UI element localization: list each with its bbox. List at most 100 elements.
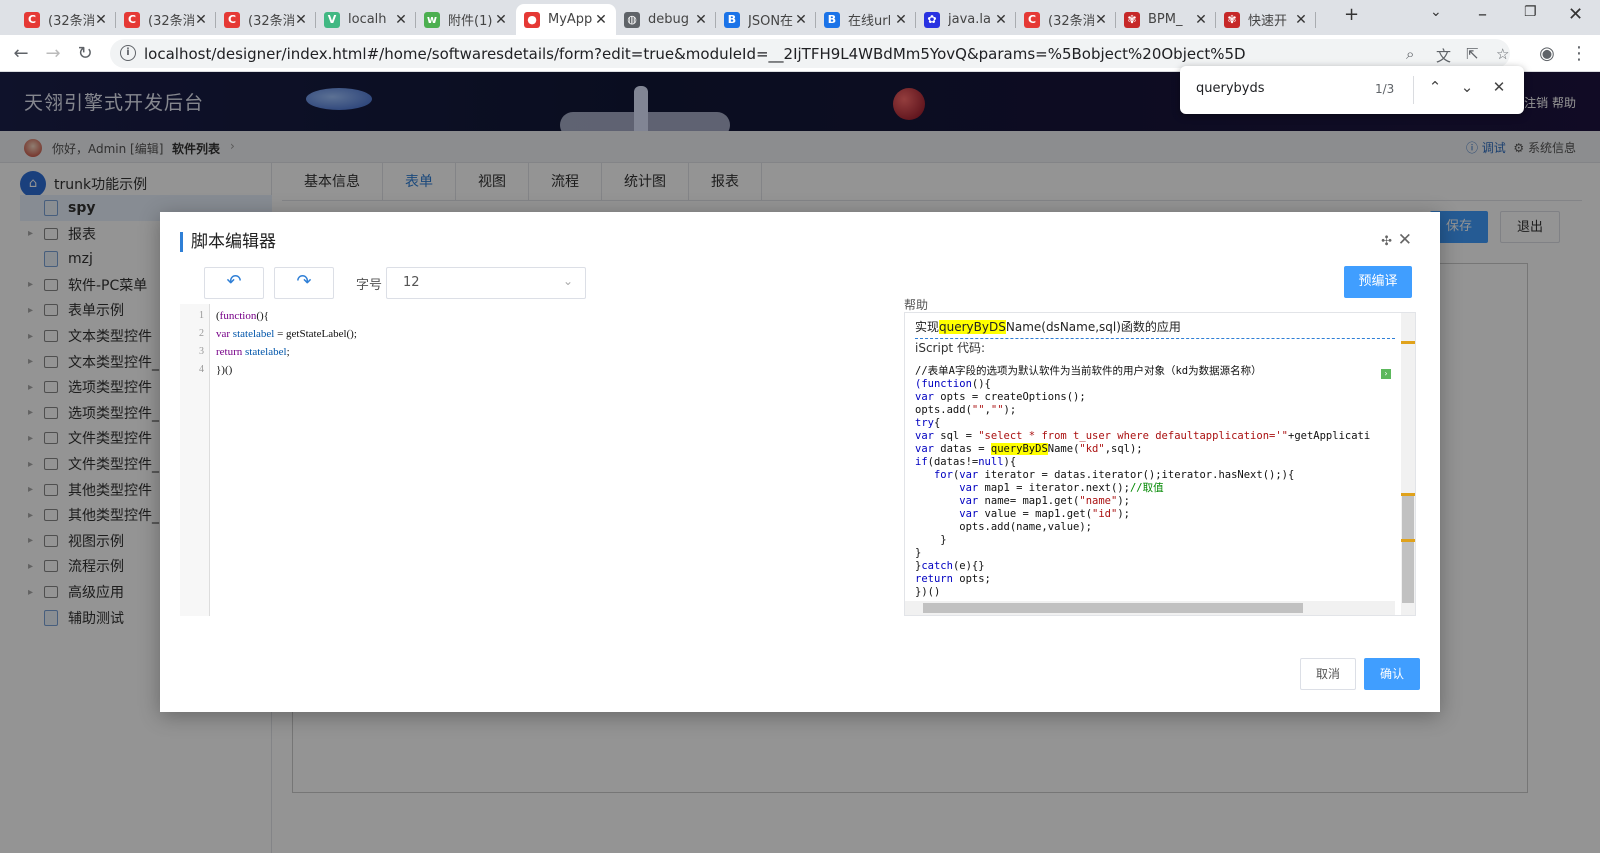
font-size-label: 字号 — [356, 278, 383, 293]
tab-title: (32条消 — [148, 14, 194, 29]
tab-close-icon[interactable]: ✕ — [594, 12, 608, 28]
restore-icon[interactable]: ❐ — [1524, 4, 1537, 20]
tab-favicon-icon: B — [724, 11, 740, 28]
tab-close-icon[interactable]: ✕ — [1094, 12, 1108, 28]
font-size-select[interactable]: 12 ⌄ — [386, 267, 586, 299]
help-subtitle: iScript 代码: — [915, 341, 985, 355]
tab-title: 快速开 — [1248, 14, 1288, 29]
line-number: 3 — [199, 346, 204, 357]
help-label: 帮助 — [904, 298, 929, 312]
tab-favicon-icon: ✾ — [1124, 11, 1140, 28]
code-line[interactable]: (function(){ — [216, 307, 357, 325]
tab-favicon-icon: C — [124, 11, 140, 28]
translate-icon[interactable]: 文 — [1436, 45, 1451, 66]
find-icon[interactable]: ⌕ — [1406, 45, 1414, 63]
tab-title: (32条消 — [48, 14, 94, 29]
line-number: 4 — [199, 364, 204, 375]
close-window-icon[interactable]: ✕ — [1568, 4, 1583, 25]
tab-close-icon[interactable]: ✕ — [1194, 12, 1208, 28]
tab-favicon-icon: C — [24, 11, 40, 28]
tab-favicon-icon: B — [824, 11, 840, 28]
browser-tab[interactable]: C (32条消 ✕ — [16, 4, 116, 35]
tab-close-icon[interactable]: ✕ — [94, 12, 108, 28]
browser-tab[interactable]: B 在线url ✕ — [816, 4, 916, 35]
find-input[interactable]: querybyds — [1196, 81, 1265, 96]
dialog-title: 脚本编辑器 — [180, 232, 276, 252]
site-info-icon[interactable]: i — [120, 45, 136, 61]
tab-close-icon[interactable]: ✕ — [294, 12, 308, 28]
browser-tab-strip: + ⌄ – ❐ ✕ C (32条消 ✕ C (32条消 ✕ C (32条消 ✕ Vlocalh ✕ w… — [0, 0, 1600, 35]
find-next-icon[interactable]: ⌄ — [1456, 78, 1478, 96]
browser-tab[interactable]: C (32条消 ✕ — [216, 4, 316, 35]
browser-tab[interactable]: ✾ 快速开 ✕ — [1216, 4, 1316, 35]
font-size-value: 12 — [403, 275, 420, 290]
help-panel[interactable]: 实现queryByDSName(dsName,sql)函数的应用 iScript… — [904, 312, 1416, 616]
tab-favicon-icon: C — [224, 11, 240, 28]
close-icon[interactable]: ✕ — [1398, 230, 1412, 250]
tab-close-icon[interactable]: ✕ — [1294, 12, 1308, 28]
tab-title: 在线url — [848, 14, 892, 29]
code-line[interactable]: })() — [216, 361, 357, 379]
tab-close-icon[interactable]: ✕ — [194, 12, 208, 28]
url-text[interactable]: localhost/designer/index.html#/home/soft… — [144, 45, 1246, 63]
reload-icon[interactable]: ↻ — [72, 41, 98, 67]
new-tab-button[interactable]: + — [1344, 4, 1359, 25]
tab-favicon-icon: ◍ — [624, 11, 640, 28]
line-gutter: 1 2 3 4 — [180, 304, 210, 616]
help-horizontal-scrollbar[interactable] — [905, 601, 1395, 615]
tab-close-icon[interactable]: ✕ — [794, 12, 808, 28]
code-editor[interactable]: 1 2 3 4 (function(){ var statelabel = ge… — [180, 304, 888, 616]
tab-close-icon[interactable]: ✕ — [894, 12, 908, 28]
tab-close-icon[interactable]: ✕ — [394, 12, 408, 28]
line-number: 1 — [199, 310, 204, 321]
profile-icon[interactable]: ◉ — [1534, 41, 1560, 67]
browser-tab[interactable]: ◍ debug ✕ — [616, 4, 716, 35]
tab-title: MyApp — [548, 12, 593, 27]
minimize-icon[interactable]: – — [1478, 4, 1487, 25]
tab-title: BPM_ — [1148, 12, 1183, 27]
browser-tab[interactable]: ✾ BPM_ ✕ — [1116, 4, 1216, 35]
code-lines[interactable]: (function(){ var statelabel = getStateLa… — [216, 307, 357, 379]
browser-tab[interactable]: C (32条消 ✕ — [1016, 4, 1116, 35]
line-number: 2 — [199, 328, 204, 339]
tab-search-icon[interactable]: ⌄ — [1430, 4, 1442, 20]
tab-title: debug — [648, 12, 689, 27]
help-vertical-scrollbar[interactable] — [1401, 313, 1415, 615]
tab-title: (32条消 — [248, 14, 294, 29]
chevron-down-icon: ⌄ — [562, 274, 573, 288]
browser-tab[interactable]: ✿ java.la ✕ — [916, 4, 1016, 35]
tab-close-icon[interactable]: ✕ — [994, 12, 1008, 28]
tab-close-icon[interactable]: ✕ — [494, 12, 508, 28]
browser-tab[interactable]: w 附件(1) ✕ — [416, 4, 516, 35]
find-in-page-bar: querybyds 1/3 ⌃ ⌄ ✕ — [1180, 66, 1524, 114]
share-icon[interactable]: ⇱ — [1466, 45, 1479, 63]
browser-tab[interactable]: Vlocalh ✕ — [316, 4, 416, 35]
browser-tab[interactable]: C (32条消 ✕ — [116, 4, 216, 35]
menu-icon[interactable]: ⋮ — [1566, 41, 1592, 67]
forward-icon[interactable]: → — [40, 41, 66, 67]
cancel-button[interactable]: 取消 — [1300, 658, 1356, 690]
tab-title: (32条消 — [1048, 14, 1094, 29]
tab-close-icon[interactable]: ✕ — [694, 12, 708, 28]
find-previous-icon[interactable]: ⌃ — [1424, 78, 1446, 96]
url-omnibox[interactable]: i localhost/designer/index.html#/home/so… — [110, 39, 1510, 68]
help-heading: 实现queryByDSName(dsName,sql)函数的应用 — [915, 318, 1395, 339]
code-line[interactable]: var statelabel = getStateLabel(); — [216, 325, 357, 343]
code-line[interactable]: return statelabel; — [216, 343, 357, 361]
back-icon[interactable]: ← — [8, 41, 34, 67]
tab-favicon-icon: w — [424, 11, 440, 28]
move-icon[interactable]: ✣ — [1381, 234, 1392, 249]
find-close-icon[interactable]: ✕ — [1488, 78, 1510, 96]
help-comment: //表单A字段的选项为默认软件为当前软件的用户对象（kd为数据源名称） — [915, 365, 1262, 377]
confirm-button[interactable]: 确认 — [1364, 658, 1420, 690]
browser-tab[interactable]: B JSON在 ✕ — [716, 4, 816, 35]
bookmark-star-icon[interactable]: ☆ — [1496, 45, 1509, 63]
tab-favicon-icon: ● — [524, 11, 540, 28]
precompile-button[interactable]: 预编译 — [1344, 266, 1412, 298]
find-divider — [1413, 76, 1414, 104]
copy-icon[interactable]: › — [1381, 369, 1391, 379]
browser-tab[interactable]: ● MyApp ✕ — [516, 4, 616, 35]
undo-button[interactable]: ↶ — [204, 267, 264, 299]
redo-button[interactable]: ↷ — [274, 267, 334, 299]
tab-favicon-icon: ✾ — [1224, 11, 1240, 28]
